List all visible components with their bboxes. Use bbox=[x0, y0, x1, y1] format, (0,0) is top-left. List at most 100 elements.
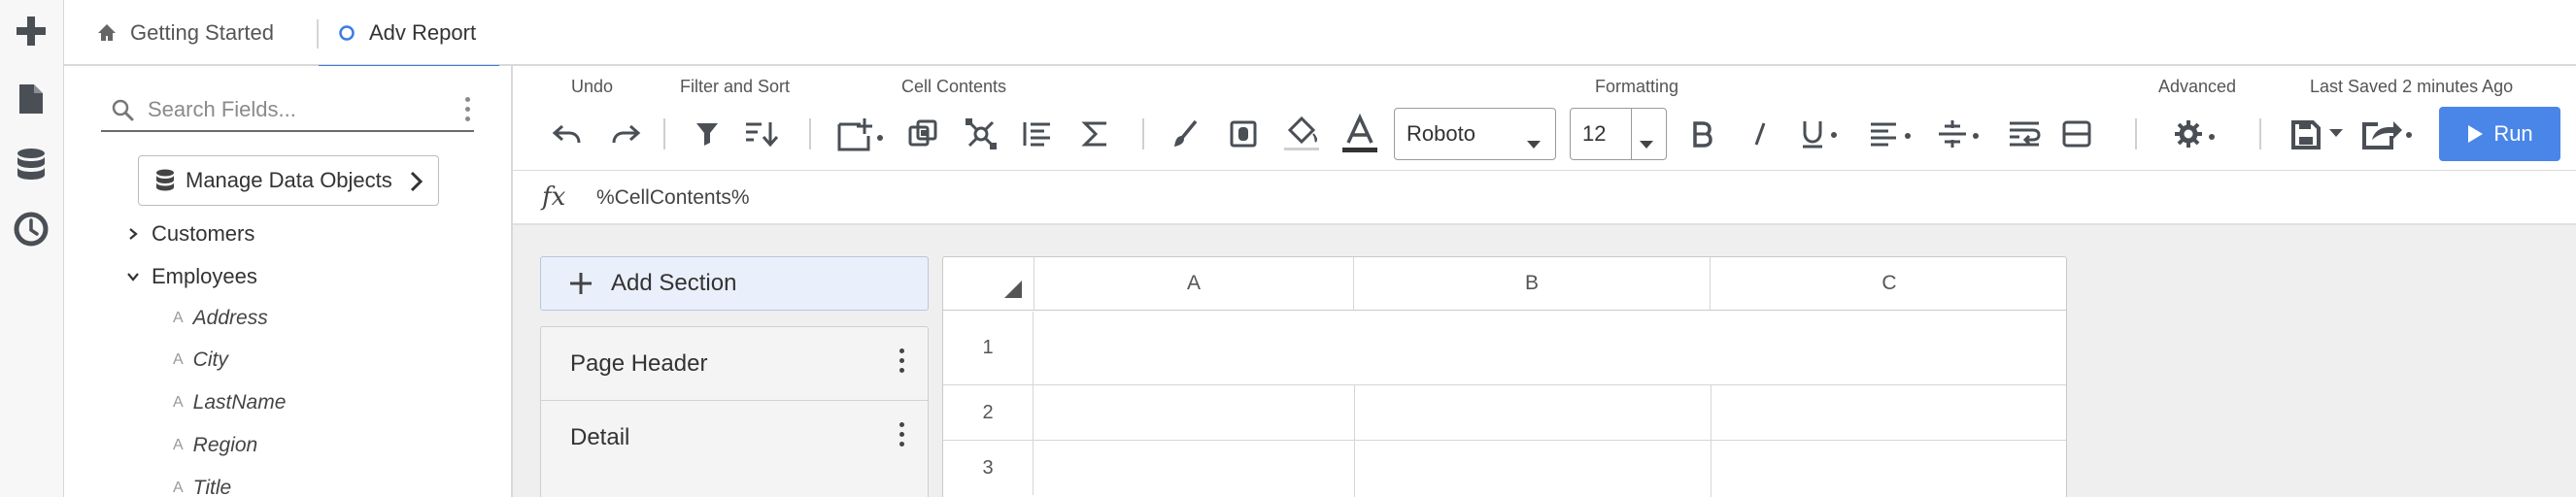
row-header[interactable]: 3 bbox=[943, 441, 1034, 495]
undo-icon[interactable] bbox=[546, 113, 589, 155]
text-field-icon: A bbox=[173, 394, 184, 411]
text-field-icon: A bbox=[173, 480, 184, 496]
tab-adv-report[interactable]: Adv Report bbox=[319, 0, 500, 68]
copy-icon[interactable] bbox=[901, 113, 944, 155]
field-item[interactable]: A Region bbox=[173, 434, 257, 457]
tree-node-label: Customers bbox=[152, 221, 255, 246]
home-icon bbox=[97, 23, 117, 43]
section-detail[interactable]: Detail bbox=[541, 401, 928, 475]
column-divider bbox=[1354, 385, 1355, 497]
cell-border-icon[interactable] bbox=[1222, 113, 1265, 155]
field-label: Address bbox=[192, 307, 268, 329]
field-item[interactable]: A Title bbox=[173, 477, 231, 497]
field-label: Title bbox=[192, 477, 232, 497]
save-icon[interactable] bbox=[2288, 113, 2347, 155]
italic-icon[interactable] bbox=[1739, 113, 1781, 155]
toolbar-separator bbox=[1142, 118, 1144, 149]
hierarchy-icon[interactable] bbox=[960, 113, 1002, 155]
formula-input[interactable]: %CellContents% bbox=[596, 186, 750, 210]
section-label: Page Header bbox=[570, 349, 708, 377]
plus-icon[interactable] bbox=[12, 12, 51, 50]
plus-icon bbox=[568, 271, 593, 296]
filter-icon[interactable] bbox=[686, 113, 729, 155]
search-input[interactable] bbox=[148, 97, 439, 122]
tab-getting-started[interactable]: Getting Started bbox=[97, 0, 274, 66]
run-button[interactable]: Run bbox=[2439, 107, 2560, 161]
font-size-select[interactable]: 12 bbox=[1570, 108, 1667, 160]
sections-panel: Page Header Detail bbox=[540, 326, 929, 497]
last-saved-status: Last Saved 2 minutes Ago bbox=[2310, 77, 2514, 96]
manage-label: Manage Data Objects bbox=[186, 168, 392, 192]
field-label: LastName bbox=[192, 391, 287, 414]
group-label-advanced: Advanced bbox=[2158, 77, 2237, 96]
corner-triangle-icon bbox=[1004, 281, 1022, 298]
group-label-undo: Undo bbox=[571, 77, 614, 96]
toolbar-separator bbox=[2259, 118, 2261, 149]
bold-icon[interactable] bbox=[1680, 113, 1723, 155]
group-label-filter-sort: Filter and Sort bbox=[680, 77, 791, 96]
select-divider bbox=[1631, 109, 1632, 159]
function-icon: fx bbox=[542, 182, 566, 212]
settings-gear-icon[interactable] bbox=[2170, 113, 2222, 155]
font-family-select[interactable]: Roboto bbox=[1394, 108, 1556, 160]
vertical-align-icon[interactable] bbox=[1933, 113, 1985, 155]
text-field-icon: A bbox=[173, 351, 184, 368]
toolbar-separator bbox=[663, 118, 665, 149]
tree-node-customers[interactable]: Customers bbox=[122, 221, 254, 247]
add-section-button[interactable]: Add Section bbox=[540, 256, 929, 311]
more-options-icon[interactable] bbox=[899, 422, 904, 447]
clock-icon[interactable] bbox=[12, 210, 51, 248]
field-item[interactable]: A City bbox=[173, 348, 228, 372]
field-item[interactable]: A Address bbox=[173, 307, 268, 330]
redo-icon[interactable] bbox=[604, 113, 647, 155]
more-options-icon[interactable] bbox=[899, 348, 904, 373]
toolbar-separator bbox=[809, 118, 811, 149]
column-divider bbox=[1711, 385, 1712, 497]
align-list-icon[interactable] bbox=[1016, 113, 1059, 155]
document-icon[interactable] bbox=[12, 80, 51, 118]
merge-cells-icon[interactable] bbox=[2055, 113, 2098, 155]
tab-label: Adv Report bbox=[369, 20, 477, 45]
fill-color-icon[interactable] bbox=[1280, 113, 1323, 155]
manage-data-objects-button[interactable]: Manage Data Objects bbox=[138, 155, 439, 206]
underline-icon[interactable] bbox=[1793, 113, 1846, 155]
play-icon bbox=[2466, 124, 2484, 144]
share-export-icon[interactable] bbox=[2358, 113, 2415, 155]
group-label-cell-contents: Cell Contents bbox=[901, 77, 1007, 96]
field-label: City bbox=[192, 348, 228, 371]
report-designer: Getting Started Adv Report Manage Data O… bbox=[0, 0, 2576, 497]
text-field-icon: A bbox=[173, 437, 184, 453]
column-header[interactable]: C bbox=[1711, 257, 2066, 311]
group-label-formatting: Formatting bbox=[1595, 77, 1679, 96]
font-color-icon[interactable] bbox=[1339, 113, 1381, 155]
section-page-header[interactable]: Page Header bbox=[541, 327, 928, 401]
sum-icon[interactable] bbox=[1074, 113, 1117, 155]
database-icon[interactable] bbox=[12, 146, 51, 184]
row-divider bbox=[943, 440, 2066, 441]
column-header[interactable]: B bbox=[1354, 257, 1711, 311]
tree-node-employees[interactable]: Employees bbox=[122, 264, 257, 289]
toolbar: Undo Filter and Sort Cell Contents Forma… bbox=[513, 66, 2576, 171]
column-header[interactable]: A bbox=[1034, 257, 1354, 311]
row-header[interactable]: 1 bbox=[943, 312, 1034, 384]
section-label: Detail bbox=[570, 424, 630, 450]
format-painter-icon[interactable] bbox=[1164, 113, 1206, 155]
add-section-label: Add Section bbox=[611, 270, 737, 296]
chevron-right-icon bbox=[409, 170, 424, 199]
search-icon bbox=[111, 98, 134, 121]
left-rail bbox=[0, 0, 64, 497]
row-divider bbox=[943, 384, 2066, 385]
sort-icon[interactable] bbox=[740, 113, 783, 155]
chevron-down-icon bbox=[122, 271, 144, 282]
formula-bar: fx %CellContents% bbox=[513, 171, 2576, 225]
circle-icon bbox=[338, 24, 356, 42]
dropdown-arrow-icon bbox=[1639, 130, 1654, 155]
more-options-icon[interactable] bbox=[465, 97, 470, 121]
field-item[interactable]: A LastName bbox=[173, 391, 286, 414]
wrap-text-icon[interactable] bbox=[2003, 113, 2046, 155]
text-align-icon[interactable] bbox=[1865, 113, 1917, 155]
row-header[interactable]: 2 bbox=[943, 385, 1034, 440]
select-all-corner[interactable] bbox=[943, 257, 1034, 311]
font-family-value: Roboto bbox=[1407, 121, 1475, 146]
insert-cell-icon[interactable] bbox=[831, 113, 890, 155]
